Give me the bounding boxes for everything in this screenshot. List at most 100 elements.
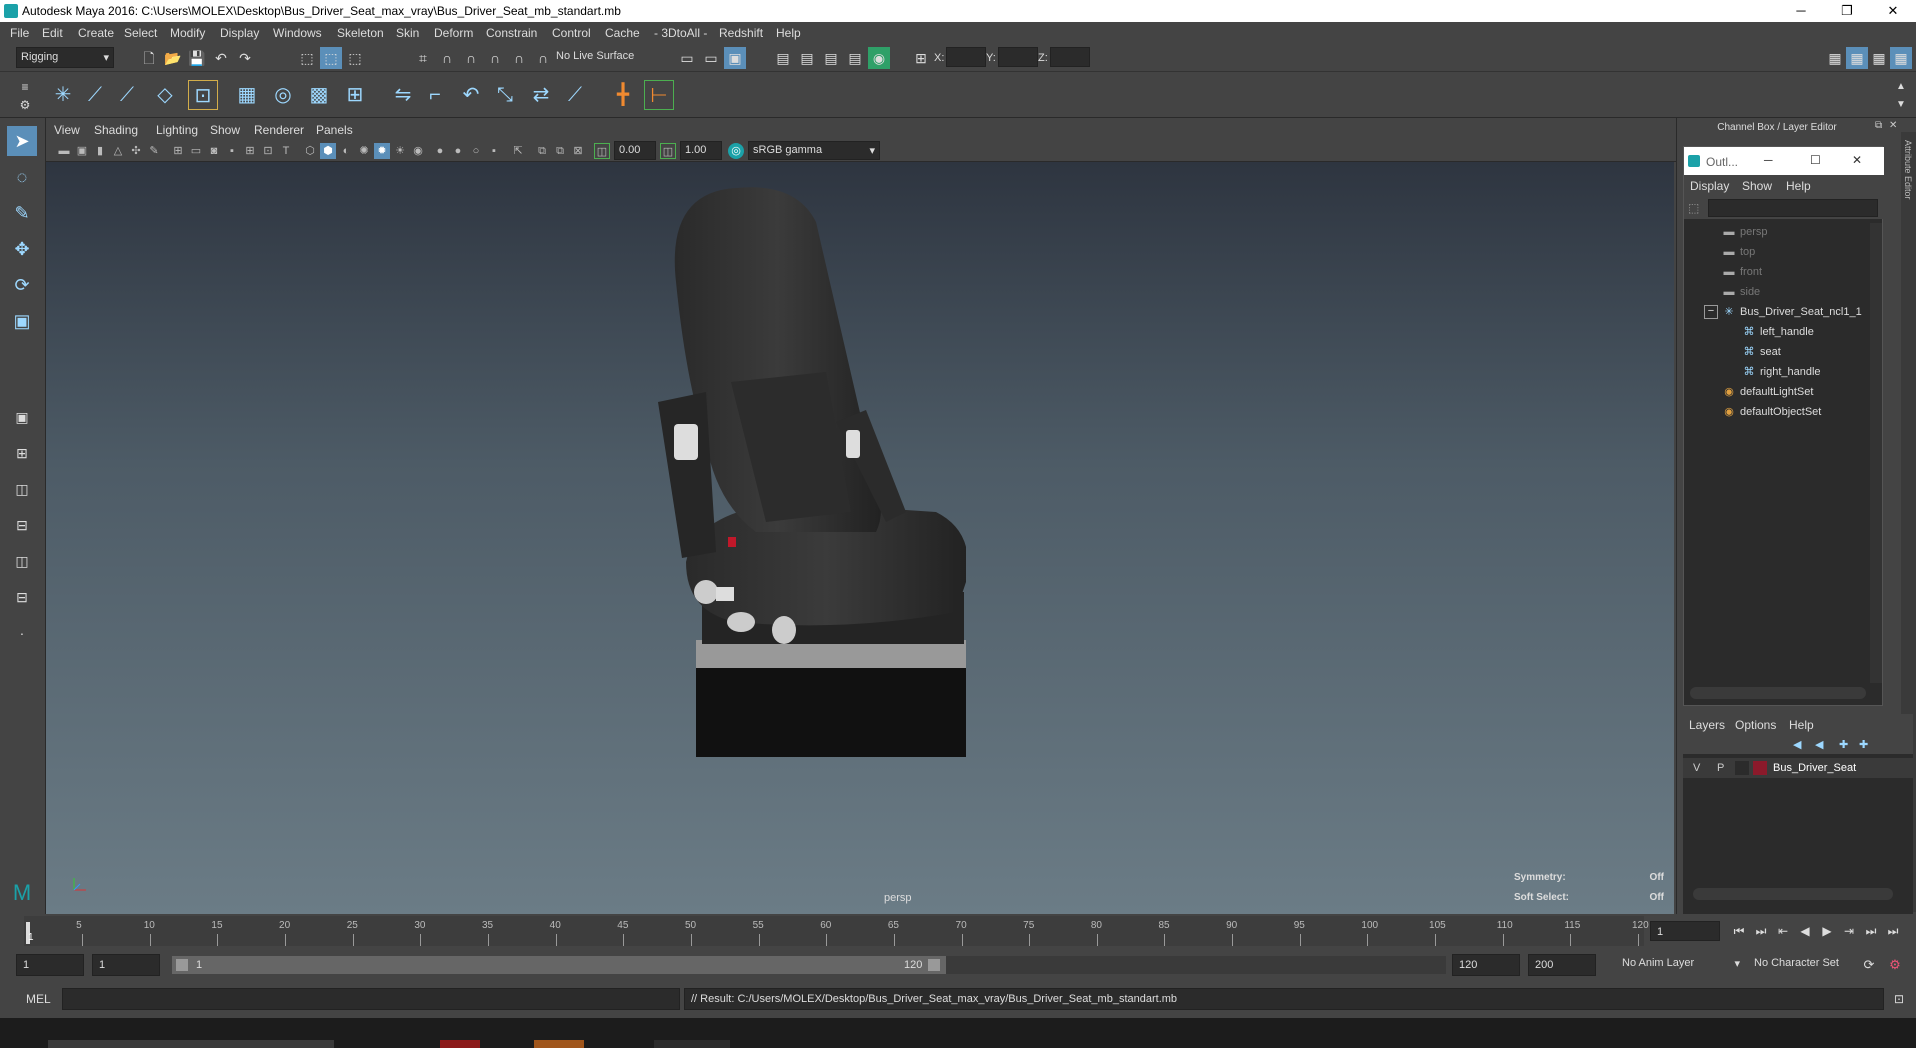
- move-tool-icon[interactable]: ✥: [7, 234, 37, 264]
- use-all-lights-icon[interactable]: ✹: [374, 143, 390, 159]
- ik-spline-icon[interactable]: ⟋: [112, 80, 142, 110]
- layer-row[interactable]: V P Bus_Driver_Seat: [1683, 758, 1913, 778]
- camera-attributes-icon[interactable]: ▣: [74, 143, 90, 159]
- menu-file[interactable]: File: [10, 26, 29, 40]
- menu-3dtoall[interactable]: - 3DtoAll -: [654, 26, 707, 40]
- screen-space-ao-icon[interactable]: ◉: [410, 143, 426, 159]
- render-settings-icon[interactable]: ▤: [844, 47, 866, 69]
- script-editor-icon[interactable]: ⊡: [1888, 988, 1910, 1010]
- lasso-tool-icon[interactable]: ◌: [7, 162, 37, 192]
- play-forward-icon[interactable]: ▶: [1816, 920, 1838, 942]
- textured-icon[interactable]: ✺: [356, 143, 372, 159]
- menu-skin[interactable]: Skin: [396, 26, 419, 40]
- near-clip-icon[interactable]: ◫: [594, 143, 610, 159]
- scene-start-field[interactable]: 1: [16, 954, 84, 976]
- outliner-minimize-button[interactable]: ─: [1764, 153, 1773, 167]
- outliner-item[interactable]: ▬ side: [1684, 283, 1884, 303]
- new-scene-icon[interactable]: 🗋: [138, 47, 160, 69]
- outliner-close-button[interactable]: ✕: [1852, 153, 1862, 167]
- layer-name[interactable]: Bus_Driver_Seat: [1773, 762, 1856, 774]
- snap-curve-icon[interactable]: ∩: [436, 47, 458, 69]
- y-field[interactable]: [998, 47, 1038, 67]
- scale-constraint-icon[interactable]: ⤡: [490, 80, 520, 110]
- layer-playback-toggle[interactable]: P: [1717, 762, 1724, 774]
- create-joint-icon[interactable]: ✳: [48, 80, 78, 110]
- z-field[interactable]: [1050, 47, 1090, 67]
- snap-point-icon[interactable]: ∩: [460, 47, 482, 69]
- attribute-editor-tab[interactable]: Attribute Editor: [1903, 140, 1913, 200]
- bus-driver-seat-model[interactable]: [646, 182, 966, 782]
- anim-layer-dropdown[interactable]: No Anim Layer ▾: [1618, 954, 1744, 976]
- rotate-tool-icon[interactable]: ⟳: [7, 270, 37, 300]
- film-gate-icon[interactable]: ▭: [188, 143, 204, 159]
- go-to-end-icon[interactable]: ⏭: [1882, 920, 1904, 942]
- open-scene-icon[interactable]: 📂: [162, 47, 184, 69]
- shadows-icon[interactable]: ☀: [392, 143, 408, 159]
- anim-end-field[interactable]: 120: [1452, 954, 1520, 976]
- custom-layout-icon[interactable]: ·: [7, 618, 37, 648]
- range-end-handle[interactable]: [928, 959, 940, 971]
- paint-weights-icon[interactable]: ▦: [232, 80, 262, 110]
- wrap-icon[interactable]: ⊞: [340, 80, 370, 110]
- step-forward-frame-icon[interactable]: ⇥: [1838, 920, 1860, 942]
- isolate-select-icon[interactable]: ▪: [486, 143, 502, 159]
- point-constraint-icon[interactable]: ⇋: [388, 80, 418, 110]
- grid-toggle-icon[interactable]: ⊞: [170, 143, 186, 159]
- xray-components-icon[interactable]: ⧉: [552, 143, 568, 159]
- menu-control[interactable]: Control: [552, 26, 591, 40]
- menuset-dropdown[interactable]: Rigging ▾: [16, 47, 114, 68]
- layer-menu-help[interactable]: Help: [1789, 718, 1814, 732]
- wireframe-on-shaded-icon[interactable]: ◐: [338, 143, 354, 159]
- outliner-layout-icon[interactable]: ⊟: [7, 582, 37, 612]
- new-layer-selected-icon[interactable]: ✚: [1859, 738, 1868, 751]
- layer-menu-layers[interactable]: Layers: [1689, 718, 1725, 732]
- outliner-menu-help[interactable]: Help: [1786, 179, 1811, 193]
- snap-view-icon[interactable]: ∩: [484, 47, 506, 69]
- wireframe-icon[interactable]: ⬡: [302, 143, 318, 159]
- filter-icon[interactable]: ⬚: [1688, 201, 1702, 215]
- scale-tool-icon[interactable]: ▣: [7, 306, 37, 336]
- persp-graph-layout-icon[interactable]: ⊟: [7, 510, 37, 540]
- menu-help[interactable]: Help: [776, 26, 801, 40]
- shelf-settings-icon[interactable]: ⚙: [14, 94, 36, 116]
- new-layer-icon[interactable]: ✚: [1839, 738, 1848, 751]
- snap-surface-icon[interactable]: ∩: [508, 47, 530, 69]
- outliner-item[interactable]: ⌘ left_handle: [1684, 323, 1884, 343]
- select-component-icon[interactable]: ⬚: [344, 47, 366, 69]
- parent-constraint-icon[interactable]: ⇄: [526, 80, 556, 110]
- locator-icon[interactable]: ╋: [608, 80, 638, 110]
- panel-menu-show[interactable]: Show: [210, 123, 240, 137]
- taskbar-app-3[interactable]: [534, 1040, 584, 1048]
- outliner-item[interactable]: ▬ front: [1684, 263, 1884, 283]
- construction-history-icon[interactable]: ▣: [724, 47, 746, 69]
- persp-hypershade-layout-icon[interactable]: ◫: [7, 546, 37, 576]
- persp-outliner-layout-icon[interactable]: ◫: [7, 474, 37, 504]
- lattice-icon[interactable]: ◎: [268, 80, 298, 110]
- live-surface-field[interactable]: No Live Surface: [552, 47, 642, 65]
- close-button[interactable]: ✕: [1870, 0, 1916, 22]
- outliner-item[interactable]: ◉ defaultLightSet: [1684, 383, 1884, 403]
- outliner-item[interactable]: ◉ defaultObjectSet: [1684, 403, 1884, 423]
- resolution-gate-icon[interactable]: ◙: [206, 143, 222, 159]
- channel-box-toggle-icon[interactable]: ▦: [1890, 47, 1912, 69]
- far-clip-icon[interactable]: ◫: [660, 143, 676, 159]
- transform-mode-icon[interactable]: ⊞: [910, 47, 932, 69]
- menu-create[interactable]: Create: [78, 26, 114, 40]
- command-language-toggle[interactable]: MEL: [26, 992, 51, 1006]
- menu-windows[interactable]: Windows: [273, 26, 322, 40]
- step-forward-key-icon[interactable]: ⏭: [1860, 920, 1882, 942]
- range-slider-track[interactable]: [946, 956, 1446, 974]
- layer-visibility-toggle[interactable]: V: [1693, 762, 1700, 774]
- pole-vector-icon[interactable]: ⟋: [560, 80, 590, 110]
- snap-live-icon[interactable]: ∩: [532, 47, 554, 69]
- menu-display[interactable]: Display: [220, 26, 259, 40]
- layer-hscrollbar[interactable]: [1693, 888, 1893, 900]
- scene-end-field[interactable]: 200: [1528, 954, 1596, 976]
- outliner-menu-display[interactable]: Display: [1690, 179, 1729, 193]
- outliner-item[interactable]: ⌘ seat: [1684, 343, 1884, 363]
- modeling-toolkit-icon[interactable]: ▦: [1824, 47, 1846, 69]
- outliner-item[interactable]: ⌘ right_handle: [1684, 363, 1884, 383]
- menu-cache[interactable]: Cache: [605, 26, 640, 40]
- outliner-item[interactable]: − ✳ Bus_Driver_Seat_ncl1_1: [1684, 303, 1884, 323]
- step-back-key-icon[interactable]: ⏭: [1750, 920, 1772, 942]
